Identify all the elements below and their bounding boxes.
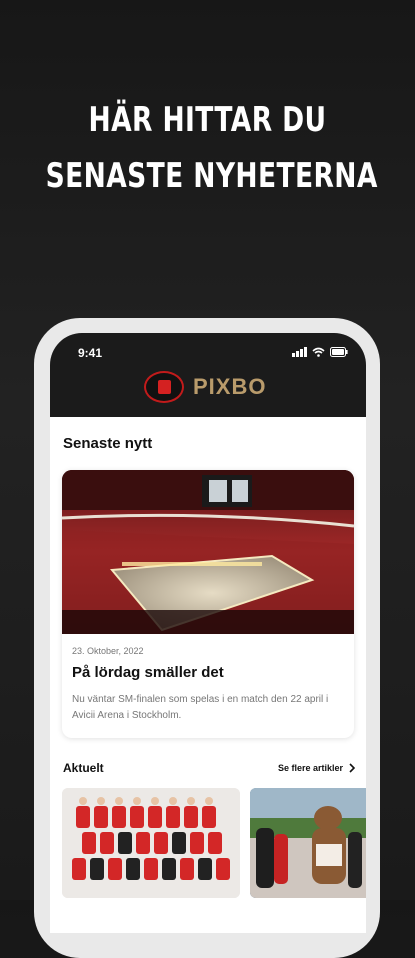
article-title[interactable]: På lördag smäller det bbox=[72, 664, 224, 681]
current-section-title: Aktuelt bbox=[63, 761, 104, 775]
article-date: 23. Oktober, 2022 bbox=[72, 646, 144, 656]
article-description: Nu väntar SM-finalen som spelas i en mat… bbox=[72, 694, 329, 721]
battery-icon bbox=[330, 347, 348, 357]
team-photo-thumbnail[interactable] bbox=[62, 788, 240, 898]
brand-name: PIXBO bbox=[193, 374, 267, 399]
see-more-articles-link[interactable]: Se flere artikler bbox=[278, 763, 355, 773]
see-more-label: Se flere artikler bbox=[277, 763, 343, 773]
current-section-header: Aktuelt Se flere artikler bbox=[63, 761, 355, 775]
app-header: 9:41 PIXBO bbox=[50, 333, 366, 417]
mascot-photo-illustration bbox=[250, 788, 366, 898]
status-icons bbox=[292, 347, 348, 357]
phone-screen: 9:41 PIXBO Senaste nytt 23. Oktober, 202… bbox=[50, 333, 366, 933]
status-time: 9:41 bbox=[78, 346, 103, 360]
featured-article-card[interactable]: 23. Oktober, 2022 På lördag smäller det … bbox=[62, 470, 354, 738]
team-photo-illustration bbox=[62, 788, 240, 898]
promo-headline: HÄR HITTAR DU SENASTE NYHETERNA bbox=[45, 92, 378, 204]
arena-image bbox=[62, 470, 354, 634]
mascot-photo-thumbnail[interactable] bbox=[250, 788, 366, 898]
signal-icon bbox=[292, 347, 307, 357]
headline-line-1: HÄR HITTAR DU bbox=[88, 100, 327, 140]
arena-photo-illustration bbox=[62, 470, 354, 634]
app-logo[interactable]: PIXBO bbox=[144, 371, 266, 403]
wifi-icon bbox=[312, 347, 325, 357]
club-badge-icon bbox=[144, 371, 184, 403]
latest-news-title: Senaste nytt bbox=[63, 435, 153, 452]
chevron-right-icon bbox=[349, 763, 355, 773]
headline-line-2: SENASTE NYHETERNA bbox=[45, 156, 378, 196]
